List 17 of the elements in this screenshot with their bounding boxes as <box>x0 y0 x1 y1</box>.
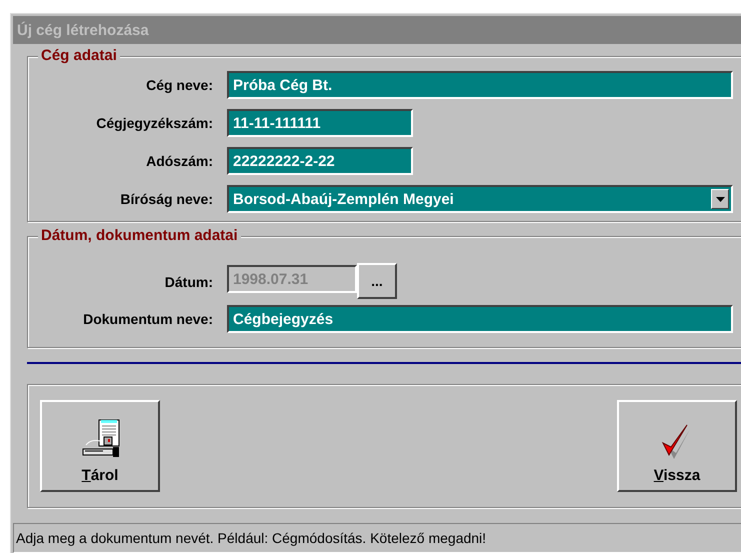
input-field[interactable]: Próba Cég Bt. <box>227 71 733 99</box>
field-label: Bíróság neve: <box>119 191 213 207</box>
field-label: Cégjegyzékszám: <box>95 115 213 131</box>
input-field[interactable]: 11-11-111111 <box>227 109 413 137</box>
group-title: Cég adatai <box>38 47 120 65</box>
dropdown-field[interactable]: Borsod-Abaúj-Zemplén Megyei <box>227 185 733 213</box>
group-title: Dátum, dokumentum adatai <box>38 227 241 245</box>
save-button[interactable]: Tárol <box>40 400 160 492</box>
field-label: Adószám: <box>145 153 213 169</box>
window-title: Új cég létrehozása <box>17 22 149 38</box>
field-label: Cég neve: <box>145 77 213 93</box>
status-bar: Adja meg a dokumentum nevét. Például: Cégmódosítás. Kötelező megadni! <box>13 523 741 553</box>
field-label: Dokumentum neve: <box>82 311 213 327</box>
field-label: Dátum: <box>164 274 213 290</box>
input-field[interactable]: 22222222-2-22 <box>227 147 413 175</box>
back-button[interactable]: Vissza <box>617 400 737 492</box>
input-field[interactable]: Cégbejegyzés <box>227 305 733 333</box>
